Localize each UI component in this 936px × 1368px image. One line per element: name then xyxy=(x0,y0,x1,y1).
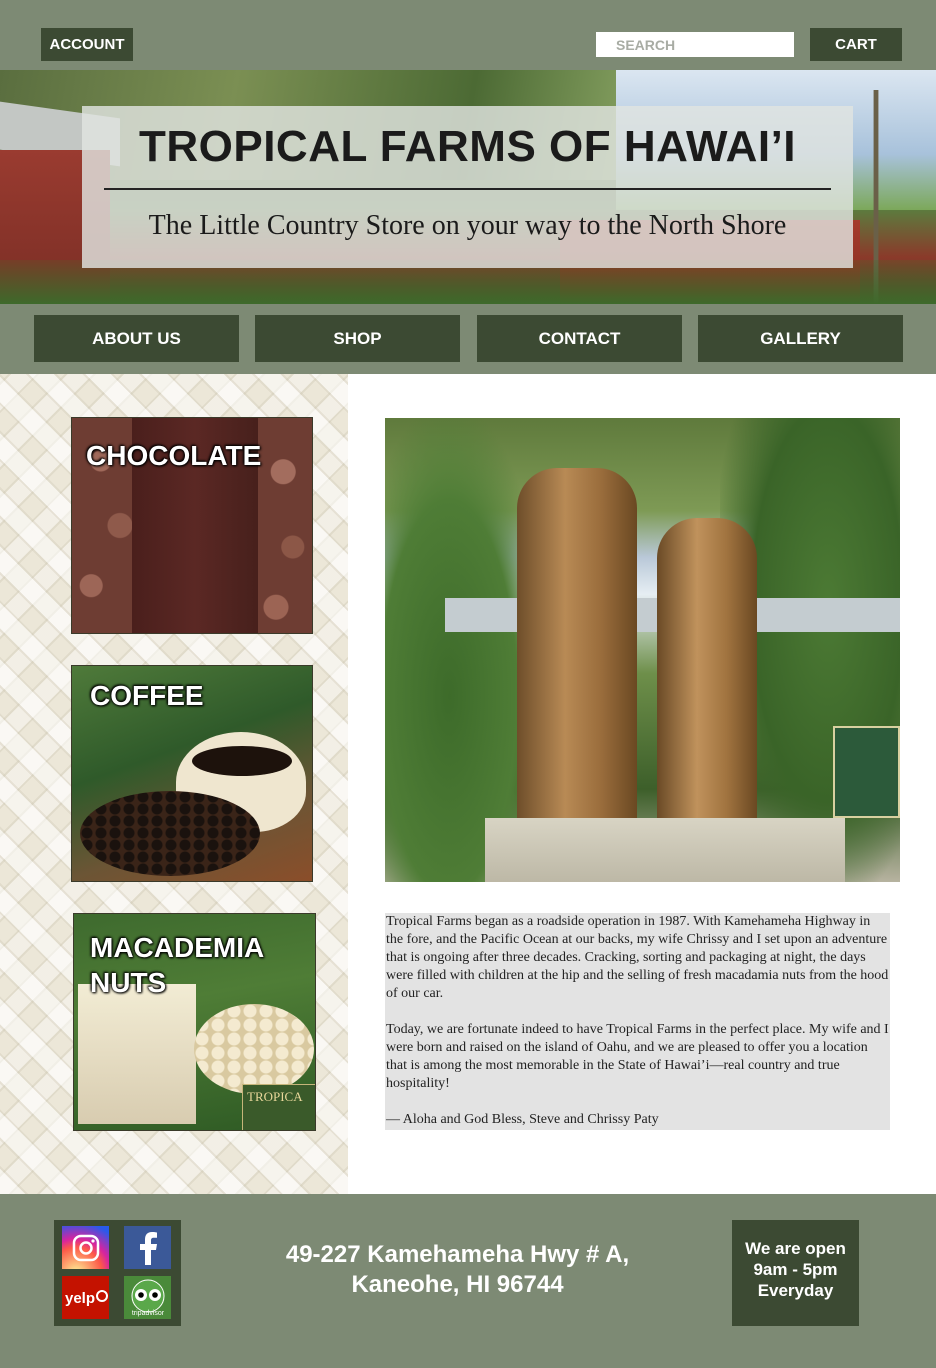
hero-banner: TROPICAL FARMS OF HAWAI’I The Little Cou… xyxy=(0,70,936,304)
hours-line-1: We are open xyxy=(745,1239,846,1258)
category-macadamia-label-line2: NUTS xyxy=(90,967,167,998)
category-macadamia-label-line1: MACADEMIA xyxy=(90,932,265,963)
search-input[interactable] xyxy=(596,32,794,57)
photo-statue-queen xyxy=(657,518,757,848)
facebook-icon[interactable] xyxy=(124,1226,171,1269)
tripadvisor-icon[interactable]: tripadvisor xyxy=(124,1276,171,1319)
photo-plaque xyxy=(833,726,900,818)
story-paragraph: Tropical Farms began as a roadside opera… xyxy=(386,914,889,1001)
coffee-beans-image xyxy=(80,791,260,876)
hero-title-panel: TROPICAL FARMS OF HAWAI’I The Little Cou… xyxy=(82,106,853,268)
story-paragraph: Today, we are fortunate indeed to have T… xyxy=(386,1022,889,1091)
main-nav: ABOUT US SHOP CONTACT GALLERY xyxy=(0,304,936,374)
category-chocolate-label: CHOCOLATE xyxy=(86,440,262,471)
macadamia-bag-image xyxy=(78,984,196,1124)
title-divider xyxy=(104,188,831,190)
site-tagline: The Little Country Store on your way to … xyxy=(148,210,787,241)
account-button[interactable]: ACCOUNT xyxy=(41,28,133,61)
cart-button[interactable]: CART xyxy=(810,28,902,61)
macadamia-sign: TROPICA xyxy=(242,1084,315,1130)
category-macadamia-nuts[interactable]: TROPICA MACADEMIA NUTS xyxy=(73,913,316,1131)
coffee-liquid xyxy=(192,746,292,776)
nav-contact[interactable]: CONTACT xyxy=(477,315,682,362)
address-line-1: 49-227 Kamehameha Hwy # A, xyxy=(285,1241,630,1268)
story-signature: — Aloha and God Bless, Steve and Chrissy… xyxy=(386,1112,659,1127)
category-coffee[interactable]: COFFEE xyxy=(71,665,313,882)
hours-line-3: Everyday xyxy=(757,1281,834,1300)
store-hours: We are open 9am - 5pm Everyday xyxy=(732,1220,859,1326)
address-line-2: Kaneohe, HI 96744 xyxy=(351,1271,564,1298)
statues-photo xyxy=(385,418,900,882)
yelp-icon[interactable]: yelp xyxy=(62,1276,109,1319)
nav-about-us[interactable]: ABOUT US xyxy=(34,315,239,362)
hours-line-2: 9am - 5pm xyxy=(753,1260,838,1279)
nav-shop[interactable]: SHOP xyxy=(255,315,460,362)
photo-statue-base xyxy=(485,818,845,882)
photo-statue-king xyxy=(517,468,637,848)
tripadvisor-logo-text: tripadvisor xyxy=(131,1310,164,1317)
social-links: yelp tripadvisor xyxy=(54,1220,181,1326)
footer: yelp tripadvisor 49-227 Kamehameha Hwy #… xyxy=(0,1194,936,1368)
site-title: TROPICAL FARMS OF HAWAI’I xyxy=(138,122,797,171)
yelp-logo-text: yelp xyxy=(65,1290,95,1307)
instagram-icon[interactable] xyxy=(62,1226,109,1269)
store-address: 49-227 Kamehameha Hwy # A, Kaneohe, HI 9… xyxy=(230,1240,685,1300)
top-bar: ACCOUNT CART xyxy=(0,0,936,70)
macadamia-bowl-image xyxy=(194,1004,314,1094)
nav-gallery[interactable]: GALLERY xyxy=(698,315,903,362)
category-chocolate[interactable]: CHOCOLATE xyxy=(71,417,313,634)
about-story: Tropical Farms began as a roadside opera… xyxy=(385,913,890,1130)
category-coffee-label: COFFEE xyxy=(90,680,204,711)
category-macadamia-label: MACADEMIA NUTS xyxy=(90,930,264,1000)
